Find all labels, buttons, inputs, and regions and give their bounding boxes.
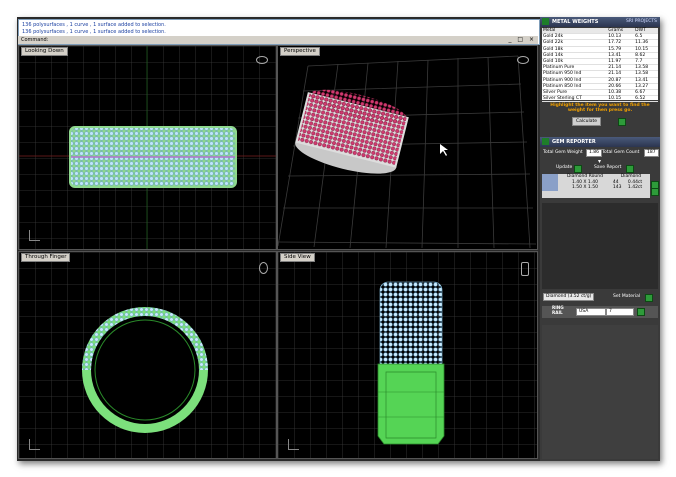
set-material-go-icon[interactable] [645, 294, 653, 302]
table-row[interactable]: 1.50 X 1.50 143 1.42ct [542, 185, 650, 191]
window-controls[interactable]: _ □ × [508, 36, 536, 43]
panel-empty-area [542, 325, 658, 459]
calculate-button[interactable]: Calculate [572, 117, 602, 126]
viewport-title[interactable]: Through Finger [21, 253, 71, 262]
view-cube-icon[interactable] [256, 56, 268, 64]
view-cube-icon[interactable] [517, 56, 529, 64]
command-history-line: 136 polysurfaces , 1 curve , 1 surface a… [22, 29, 166, 35]
side-panel: METAL WEIGHTS SRI PROJECTS Metal Grams D… [540, 17, 660, 461]
gem-table[interactable]: Diamond Round Diamond 1.40 X 1.40 44 0.4… [542, 174, 650, 198]
table-row[interactable]: Silver Sterling CT 10.15 6.52 [542, 95, 658, 103]
gem-icon [542, 174, 558, 191]
ring-rail-go-icon[interactable] [637, 308, 645, 316]
region-select[interactable]: USA [576, 308, 606, 316]
grid [278, 55, 537, 249]
viewport-side-view[interactable]: Side View [277, 251, 538, 459]
viewport-title[interactable]: Looking Down [21, 47, 68, 56]
metal-weights-subtitle: SRI PROJECTS [625, 19, 657, 24]
command-prompt-label: Command: [21, 37, 49, 43]
metal-weights-header[interactable]: METAL WEIGHTS SRI PROJECTS [540, 17, 660, 27]
ring-size-select[interactable]: 7 [606, 308, 634, 316]
metal-weights-hint: Highlight the item you want to find the … [550, 103, 650, 113]
metal-weights-icon [542, 18, 549, 25]
ring-rail-bar: RING RAIL USA 7 [542, 305, 658, 318]
calculate-go-icon[interactable] [618, 118, 626, 126]
view-icon[interactable] [521, 262, 529, 276]
grid [278, 252, 537, 458]
viewport-title[interactable]: Perspective [280, 47, 320, 56]
mouse-cursor-icon [440, 144, 448, 156]
gem-list-area [542, 203, 658, 289]
grid [19, 46, 276, 249]
viewport-through-finger[interactable]: Through Finger [18, 251, 277, 459]
gem-reporter-icon [542, 138, 549, 145]
total-gem-count-label: Total Gem Count [602, 150, 640, 155]
axis-icon [29, 439, 40, 450]
row-go-icon[interactable] [651, 188, 659, 196]
ring-icon[interactable] [259, 262, 268, 274]
save-report-button[interactable]: Save Report [594, 164, 621, 171]
ring-perspective [295, 89, 409, 174]
set-material-button[interactable]: Set Material [613, 294, 640, 299]
total-gem-weight-label: Total Gem Weight [543, 150, 583, 155]
command-prompt-bar[interactable]: Command: _ □ × [18, 36, 538, 44]
axis-icon [29, 230, 40, 241]
viewport-looking-down[interactable]: Looking Down [18, 45, 277, 250]
grid [19, 252, 276, 458]
ring-rail-label: RING RAIL [552, 305, 564, 315]
command-history-line: 136 polysurfaces , 1 curve , 1 surface a… [22, 22, 166, 28]
update-button[interactable]: Update [556, 164, 572, 171]
total-gem-weight-value: 1.86 [586, 149, 603, 157]
material-select[interactable]: Diamond (3.52 ct/g) [543, 293, 595, 301]
viewport-perspective[interactable]: Perspective [277, 45, 538, 250]
total-gem-count-value: 187 [644, 149, 659, 157]
metal-weights-table[interactable]: Metal Grams DWT Gold 24k 10.13 6.5 Gold 22… [542, 28, 658, 103]
viewport-title[interactable]: Side View [280, 253, 315, 262]
update-go-icon[interactable] [574, 165, 582, 173]
gem-reporter-header[interactable]: GEM REPORTER [540, 137, 660, 147]
save-report-go-icon[interactable] [626, 165, 634, 173]
ring-front-view [377, 281, 445, 445]
axis-icon [288, 439, 299, 450]
